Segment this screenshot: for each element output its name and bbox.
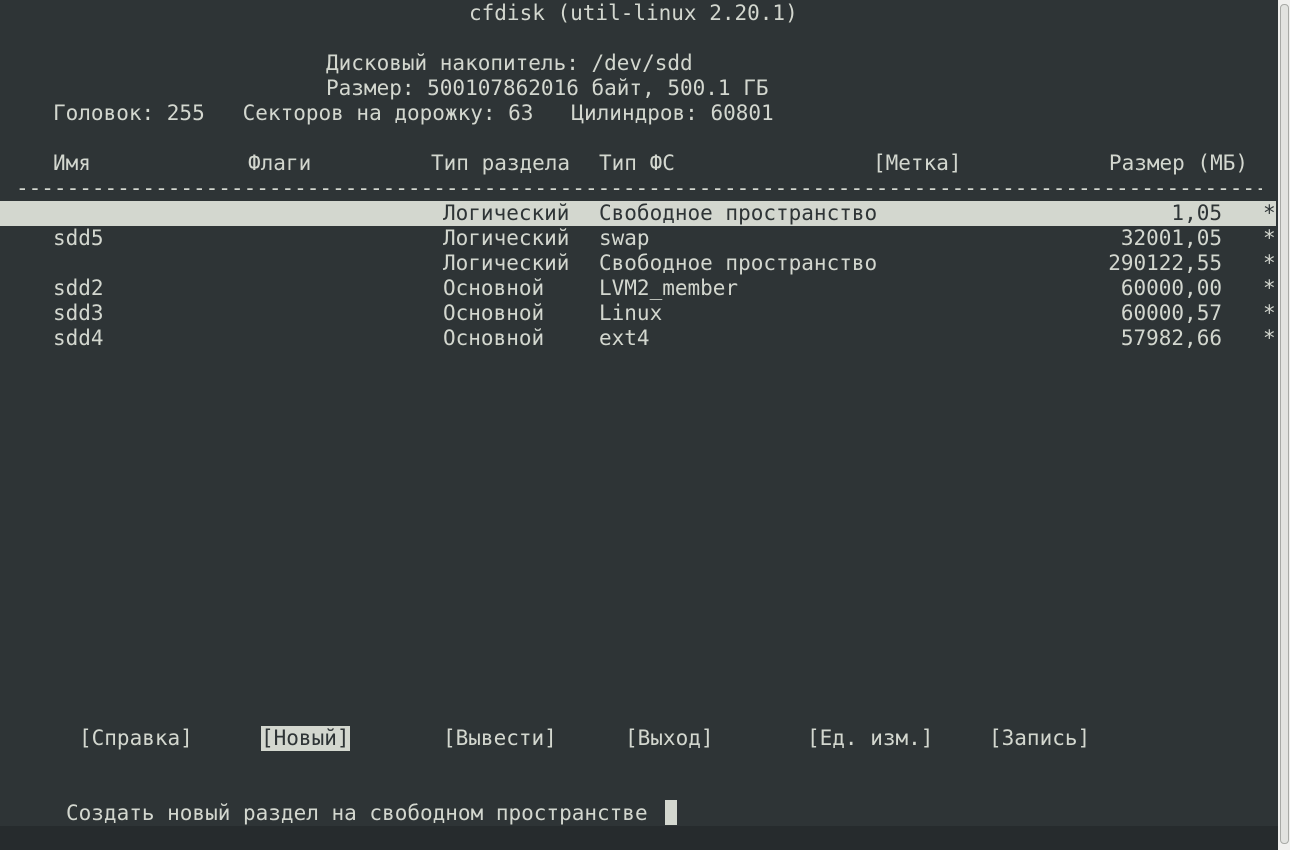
row-mark: *: [1263, 326, 1276, 350]
terminal-screen: cfdisk (util-linux 2.20.1) Дисковый нако…: [0, 0, 1290, 850]
partition-row[interactable]: sdd3 Основной Linux 60000,57 *: [0, 301, 1276, 326]
row-mark: *: [1263, 226, 1276, 250]
row-name: sdd3: [53, 301, 104, 325]
disk-drive-line: Дисковый накопитель: /dev/sdd: [326, 51, 693, 75]
row-mark: *: [1263, 276, 1276, 300]
header-name: Имя: [53, 151, 91, 175]
row-fs-type: Свободное пространство: [599, 201, 878, 225]
header-flags: Флаги: [248, 151, 312, 175]
row-mark: *: [1263, 201, 1276, 225]
status-message: Создать новый раздел на свободном простр…: [66, 801, 648, 825]
row-fs-type: Свободное пространство: [599, 251, 878, 275]
row-size: 57982,66: [1120, 326, 1222, 350]
menu-write-button[interactable]: [Запись]: [989, 726, 1090, 751]
row-name: sdd2: [53, 276, 104, 300]
header-size: Размер (МБ): [1108, 151, 1248, 175]
row-name: sdd4: [53, 326, 104, 350]
row-part-type: Логический: [443, 201, 570, 225]
partition-row[interactable]: sdd5 Логический swap 32001,05 *: [0, 226, 1276, 251]
partition-row[interactable]: Логический Свободное пространство 290122,5…: [0, 251, 1276, 276]
row-fs-type: Linux: [599, 301, 663, 325]
partition-row[interactable]: sdd4 Основной ext4 57982,66 *: [0, 326, 1276, 351]
row-fs-type: swap: [599, 226, 650, 250]
row-part-type: Основной: [443, 276, 545, 300]
row-name: sdd5: [53, 226, 104, 250]
row-part-type: Основной: [443, 301, 545, 325]
row-mark: *: [1263, 301, 1276, 325]
header-separator: ----------------------------------------…: [16, 176, 1262, 200]
text-cursor: [665, 800, 677, 825]
app-title: cfdisk (util-linux 2.20.1): [469, 1, 798, 25]
row-fs-type: ext4: [599, 326, 650, 350]
vertical-scrollbar[interactable]: [1278, 0, 1290, 850]
row-size: 60000,00: [1120, 276, 1222, 300]
header-fs-type: Тип ФС: [599, 151, 675, 175]
menu-help-button[interactable]: [Справка]: [79, 726, 193, 751]
disk-geometry-line: Головок: 255 Секторов на дорожку: 63 Цил…: [53, 101, 774, 125]
menu-new-button[interactable]: [Новый]: [261, 726, 350, 751]
row-size: 60000,57: [1120, 301, 1222, 325]
bottom-strip: [0, 826, 1278, 850]
row-size: 290122,55: [1108, 251, 1222, 275]
menu-quit-button[interactable]: [Выход]: [625, 726, 714, 751]
row-part-type: Логический: [443, 226, 570, 250]
menu-units-button[interactable]: [Ед. изм.]: [807, 726, 933, 751]
row-size: 32001,05: [1120, 226, 1222, 250]
menu-print-button[interactable]: [Вывести]: [443, 726, 557, 751]
partition-row[interactable]: sdd2 Основной LVM2_member 60000,00 *: [0, 276, 1276, 301]
row-part-type: Основной: [443, 326, 545, 350]
row-size: 1,05: [1171, 201, 1222, 225]
row-mark: *: [1263, 251, 1276, 275]
header-part-type: Тип раздела: [431, 151, 571, 175]
header-label: [Метка]: [873, 151, 962, 175]
row-part-type: Логический: [443, 251, 570, 275]
disk-size-line: Размер: 500107862016 байт, 500.1 ГБ: [326, 76, 769, 100]
scrollbar-thumb[interactable]: [1280, 4, 1289, 844]
row-fs-type: LVM2_member: [599, 276, 739, 300]
partition-row[interactable]: Логический Свободное пространство 1,05 *: [0, 201, 1276, 226]
